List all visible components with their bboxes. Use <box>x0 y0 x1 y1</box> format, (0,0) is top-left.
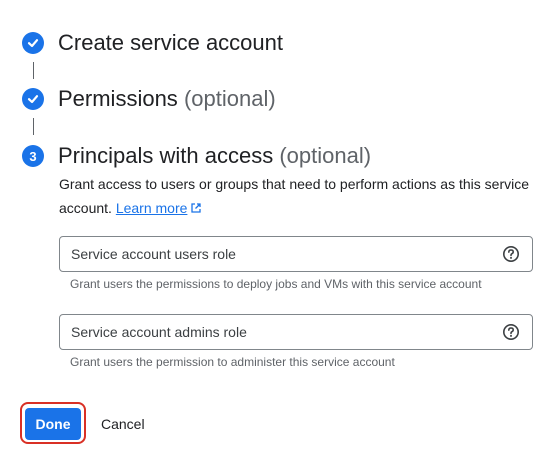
field-label: Service account admins role <box>71 324 247 340</box>
step-connector <box>33 118 34 135</box>
step-principals-with-access: 3 Principals with access (optional) <box>22 143 371 169</box>
field-hint: Grant users the permission to administer… <box>70 355 395 369</box>
help-icon[interactable] <box>502 245 520 263</box>
step-title: Principals with access (optional) <box>58 143 372 168</box>
step-number-badge: 3 <box>22 145 44 167</box>
field-hint: Grant users the permissions to deploy jo… <box>70 277 482 291</box>
step-permissions: Permissions (optional) <box>22 86 276 112</box>
check-icon <box>22 32 44 54</box>
step-create-service-account: Create service account <box>22 30 283 56</box>
step-title: Permissions (optional) <box>58 86 276 111</box>
service-account-users-role-field[interactable]: Service account users role <box>59 236 533 272</box>
step-description: Grant access to users or groups that nee… <box>59 172 539 221</box>
step-title: Create service account <box>58 30 283 55</box>
check-icon <box>22 88 44 110</box>
help-icon[interactable] <box>502 323 520 341</box>
service-account-admins-role-field[interactable]: Service account admins role <box>59 314 533 350</box>
step-optional-label: (optional) <box>279 143 372 168</box>
done-button[interactable]: Done <box>25 408 81 440</box>
field-label: Service account users role <box>71 246 236 262</box>
step-connector <box>33 62 34 79</box>
cancel-button[interactable]: Cancel <box>92 408 154 440</box>
external-link-icon <box>190 197 202 221</box>
learn-more-link[interactable]: Learn more <box>116 200 188 216</box>
step-optional-label: (optional) <box>183 86 276 111</box>
